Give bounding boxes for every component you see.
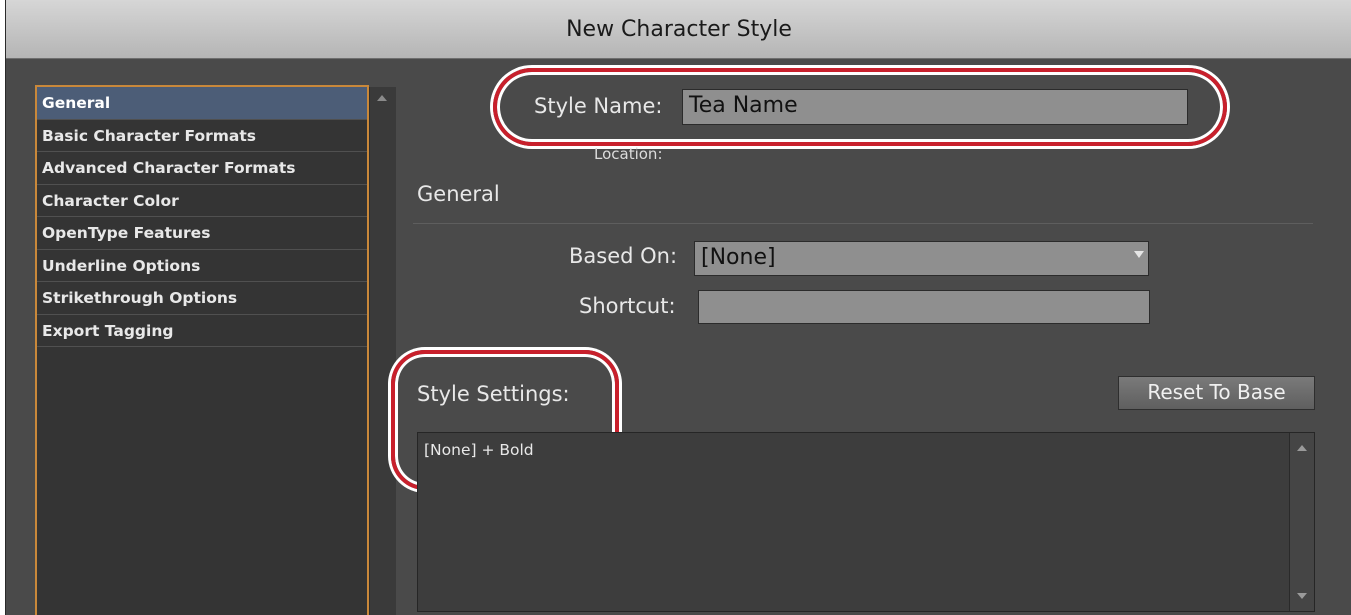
shortcut-label: Shortcut: — [579, 294, 676, 318]
chevron-down-icon[interactable] — [1134, 251, 1144, 258]
category-list-scrollbar[interactable] — [369, 87, 396, 615]
sidebar-item-general[interactable]: General — [37, 87, 367, 120]
style-settings-text: [None] + Bold — [424, 441, 534, 459]
based-on-value: [None] — [701, 245, 776, 270]
style-settings-label: Style Settings: — [417, 382, 570, 406]
sidebar-item-basic-character-formats[interactable]: Basic Character Formats — [37, 120, 367, 152]
sidebar-item-strikethrough-options[interactable]: Strikethrough Options — [37, 282, 367, 315]
based-on-label: Based On: — [569, 244, 678, 268]
scroll-up-icon[interactable] — [1297, 445, 1307, 451]
sidebar-item-advanced-character-formats[interactable]: Advanced Character Formats — [37, 152, 367, 185]
sidebar-item-export-tagging[interactable]: Export Tagging — [37, 315, 367, 347]
scroll-up-icon[interactable] — [377, 95, 387, 101]
category-list: General Basic Character Formats Advanced… — [35, 85, 369, 615]
dialog-title: New Character Style — [6, 0, 1351, 59]
style-settings-box: [None] + Bold — [417, 432, 1315, 612]
section-divider — [413, 223, 1313, 224]
sidebar-item-underline-options[interactable]: Underline Options — [37, 250, 367, 282]
sidebar-item-character-color[interactable]: Character Color — [37, 185, 367, 217]
section-heading-general: General — [417, 182, 500, 206]
style-settings-scrollbar[interactable] — [1289, 433, 1314, 611]
style-name-field[interactable]: Tea Name — [682, 89, 1188, 125]
based-on-select[interactable]: [None] — [694, 241, 1149, 276]
style-name-label: Style Name: — [534, 94, 663, 118]
location-label: Location: — [594, 145, 663, 163]
reset-to-base-button[interactable]: Reset To Base — [1118, 376, 1315, 410]
shortcut-field[interactable] — [698, 290, 1150, 324]
scroll-down-icon[interactable] — [1297, 593, 1307, 599]
sidebar-item-opentype-features[interactable]: OpenType Features — [37, 217, 367, 250]
new-character-style-dialog: New Character Style General Basic Charac… — [5, 0, 1351, 615]
